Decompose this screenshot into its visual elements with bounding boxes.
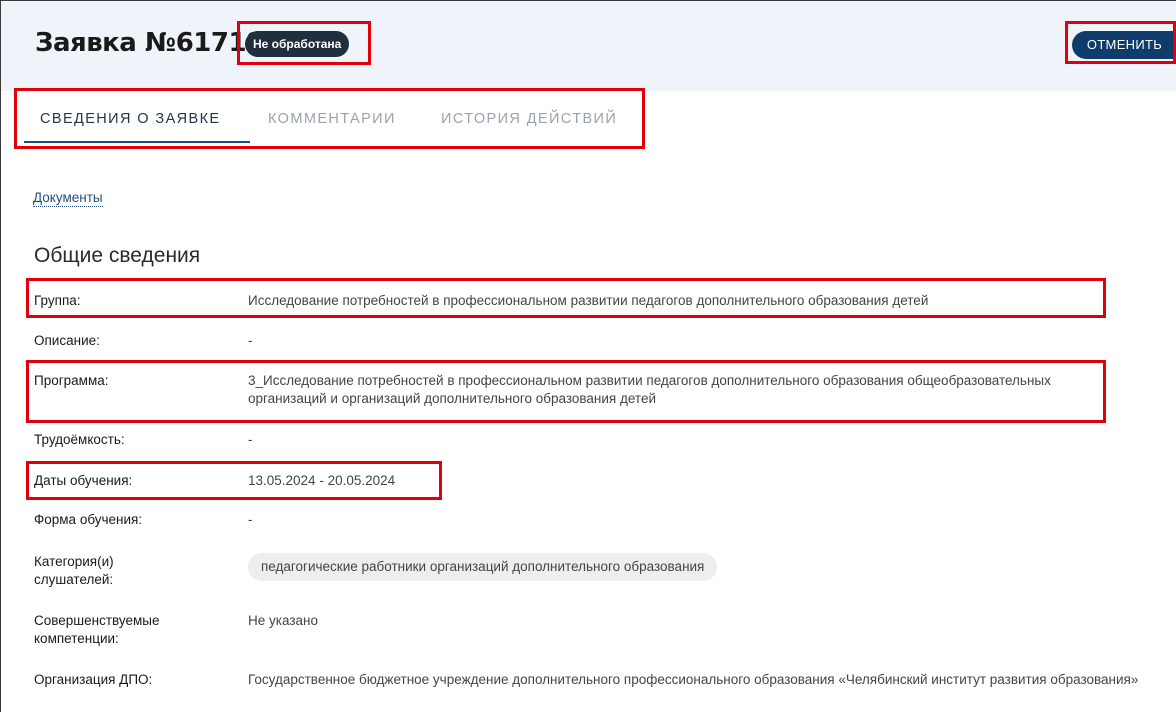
field-value: - bbox=[248, 333, 253, 348]
field-label: Описание: bbox=[34, 333, 100, 348]
status-badge: Не обработана bbox=[245, 31, 350, 57]
field-label: Организация ДПО: bbox=[34, 672, 153, 687]
field-label: Форма обучения: bbox=[34, 512, 143, 527]
field-label: Группа: bbox=[34, 293, 81, 308]
field-label: Даты обучения: bbox=[34, 473, 133, 488]
field-value: Государственное бюджетное учреждение доп… bbox=[248, 672, 1139, 687]
window-frame bbox=[0, 0, 1176, 712]
field-value: - bbox=[248, 512, 253, 527]
section-title: Общие сведения bbox=[34, 244, 201, 267]
field-value: Исследование потребностей в профессионал… bbox=[248, 293, 929, 308]
category-chip: педагогические работники организаций доп… bbox=[248, 553, 718, 581]
tab-request-details[interactable]: СВЕДЕНИЯ О ЗАЯВКЕ bbox=[40, 111, 221, 127]
field-value: Не указано bbox=[248, 613, 318, 628]
field-label: Категория(и) слушателей: bbox=[34, 554, 114, 587]
documents-link[interactable]: Документы bbox=[33, 190, 103, 207]
tab-action-history[interactable]: ИСТОРИЯ ДЕЙСТВИЙ bbox=[441, 111, 617, 127]
tab-comments[interactable]: КОММЕНТАРИИ bbox=[268, 111, 396, 127]
page-title: Заявка №61718 bbox=[35, 28, 264, 58]
field-value: педагогические работники организаций доп… bbox=[248, 553, 1168, 581]
field-value: 13.05.2024 - 20.05.2024 bbox=[248, 473, 396, 488]
field-label: Программа: bbox=[34, 373, 109, 388]
field-value: 3_Исследование потребностей в профессион… bbox=[248, 373, 1051, 406]
cancel-button[interactable]: ОТМЕНИТЬ bbox=[1072, 31, 1176, 59]
active-tab-indicator bbox=[24, 141, 250, 143]
field-value: - bbox=[248, 432, 253, 447]
field-label: Совершенствуемые компетенции: bbox=[34, 613, 160, 646]
field-label: Трудоёмкость: bbox=[34, 432, 125, 447]
request-header: Заявка №61718 Не обработана ОТМЕНИТЬ bbox=[1, 1, 1176, 91]
